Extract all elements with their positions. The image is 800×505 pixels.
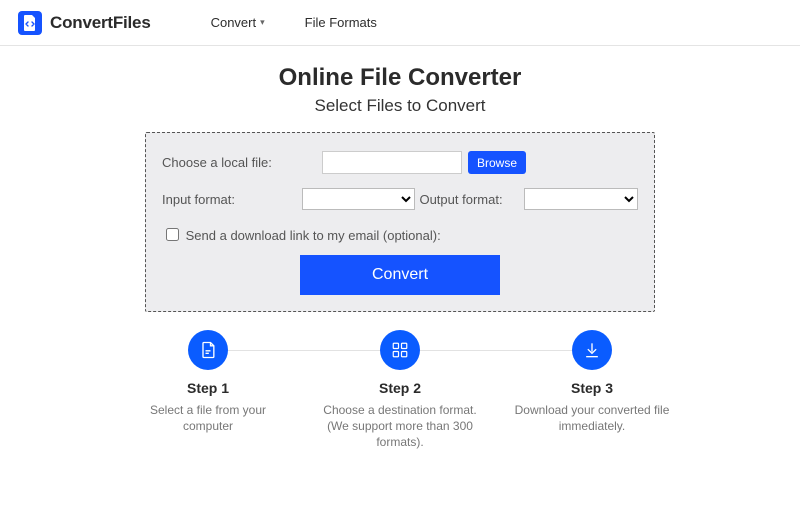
browse-button[interactable]: Browse: [468, 151, 526, 174]
convert-button[interactable]: Convert: [300, 255, 500, 295]
grid-icon: [380, 330, 420, 370]
steps: Step 1 Select a file from your computer …: [120, 330, 680, 451]
step-2-desc: Choose a destination format. (We support…: [312, 402, 488, 451]
brand[interactable]: ConvertFiles: [18, 11, 151, 35]
topbar: ConvertFiles Convert ▾ File Formats: [0, 0, 800, 46]
input-format-label: Input format:: [162, 192, 302, 207]
nav-convert[interactable]: Convert ▾: [211, 15, 265, 30]
nav-formats-label: File Formats: [305, 15, 377, 30]
step-3-desc: Download your converted file immediately…: [504, 402, 680, 434]
nav-convert-label: Convert: [211, 15, 257, 30]
choose-file-label: Choose a local file:: [162, 155, 322, 170]
file-input[interactable]: [322, 151, 462, 174]
row-email-opt: Send a download link to my email (option…: [162, 224, 638, 243]
email-opt-label: Send a download link to my email (option…: [186, 228, 441, 243]
converter-panel: Choose a local file: Browse Input format…: [145, 132, 655, 312]
input-format-select[interactable]: [302, 188, 416, 210]
row-choose-file: Choose a local file: Browse: [162, 151, 638, 174]
output-format-select[interactable]: [524, 188, 638, 210]
chevron-down-icon: ▾: [260, 17, 265, 28]
logo-icon: [18, 11, 42, 35]
row-formats: Input format: Output format:: [162, 188, 638, 210]
step-1: Step 1 Select a file from your computer: [120, 330, 296, 451]
output-format-label: Output format:: [419, 192, 515, 207]
file-icon: [188, 330, 228, 370]
step-2: Step 2 Choose a destination format. (We …: [312, 330, 488, 451]
step-2-title: Step 2: [312, 380, 488, 396]
step-3: Step 3 Download your converted file imme…: [504, 330, 680, 451]
nav: Convert ▾ File Formats: [211, 15, 377, 30]
step-1-title: Step 1: [120, 380, 296, 396]
page-subtitle: Select Files to Convert: [0, 96, 800, 116]
step-1-desc: Select a file from your computer: [120, 402, 296, 434]
brand-name: ConvertFiles: [50, 13, 151, 33]
page-title: Online File Converter: [0, 64, 800, 92]
download-icon: [572, 330, 612, 370]
step-3-title: Step 3: [504, 380, 680, 396]
nav-file-formats[interactable]: File Formats: [305, 15, 377, 30]
email-opt-checkbox[interactable]: [166, 228, 179, 241]
